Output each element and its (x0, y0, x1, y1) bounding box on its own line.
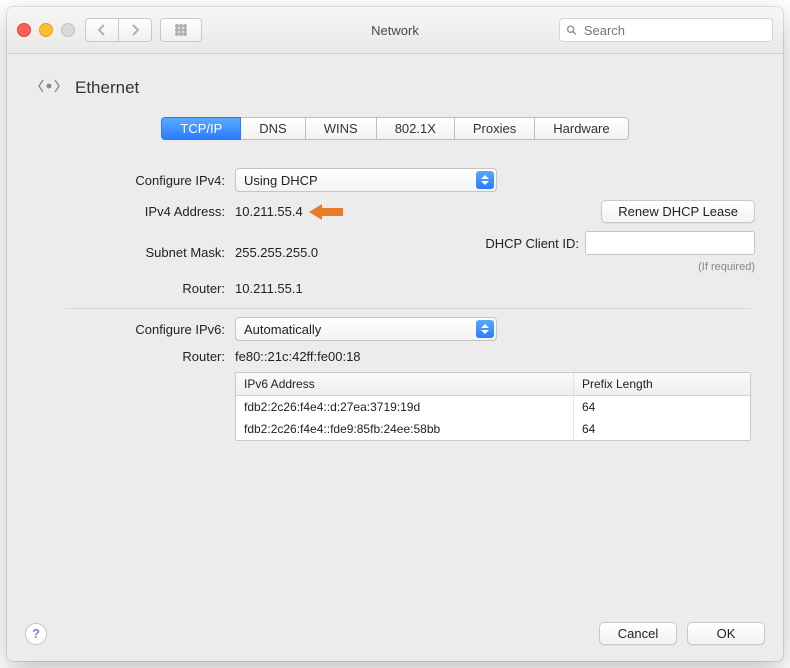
configure-ipv6-value: Automatically (244, 322, 321, 337)
configure-ipv6-select[interactable]: Automatically (235, 317, 497, 341)
renew-dhcp-button[interactable]: Renew DHCP Lease (601, 200, 755, 223)
cell-prefix: 64 (573, 418, 750, 440)
ipv6-table-header: IPv6 Address Prefix Length (236, 373, 750, 396)
chevron-up-down-icon (476, 320, 494, 338)
divider (65, 308, 751, 309)
dhcp-client-id-label: DHCP Client ID: (485, 236, 579, 251)
footer: ? Cancel OK (7, 610, 783, 661)
interface-name: Ethernet (75, 78, 139, 98)
tab-proxies[interactable]: Proxies (455, 117, 535, 140)
chevron-up-down-icon (476, 171, 494, 189)
col-prefix-length: Prefix Length (573, 373, 750, 395)
minimize-icon[interactable] (39, 23, 53, 37)
ethernet-icon (35, 72, 63, 103)
search-input[interactable] (582, 22, 766, 39)
forward-button[interactable] (119, 18, 152, 42)
tab-dns[interactable]: DNS (241, 117, 305, 140)
window-controls (17, 23, 75, 37)
dhcp-client-id-input[interactable] (585, 231, 755, 255)
titlebar: Network (7, 7, 783, 54)
ipv4-address-value: 10.211.55.4 (235, 204, 303, 219)
ipv4-router-value: 10.211.55.1 (235, 281, 303, 296)
show-all-button[interactable] (160, 18, 202, 42)
search-icon (566, 24, 577, 36)
configure-ipv4-select[interactable]: Using DHCP (235, 168, 497, 192)
configure-ipv4-value: Using DHCP (244, 173, 318, 188)
configure-ipv6-label: Configure IPv6: (35, 322, 235, 337)
cell-prefix: 64 (573, 396, 750, 418)
ipv4-router-label: Router: (35, 281, 235, 296)
ipv6-table: IPv6 Address Prefix Length fdb2:2c26:f4e… (235, 372, 751, 441)
dhcp-client-id-hint: (If required) (698, 261, 755, 273)
search-field[interactable] (559, 18, 773, 42)
annotation-arrow-icon (309, 203, 343, 221)
ipv4-address-label: IPv4 Address: (35, 204, 235, 219)
cancel-button[interactable]: Cancel (599, 622, 677, 645)
subnet-mask-value: 255.255.255.0 (235, 245, 318, 260)
cell-ipv6-address: fdb2:2c26:f4e4::fde9:85fb:24ee:58bb (236, 418, 573, 440)
tab-wins[interactable]: WINS (306, 117, 377, 140)
nav-buttons (85, 18, 152, 42)
tab-hardware[interactable]: Hardware (535, 117, 628, 140)
tab-8021x[interactable]: 802.1X (377, 117, 455, 140)
ipv6-router-value: fe80::21c:42ff:fe00:18 (235, 349, 361, 364)
zoom-icon (61, 23, 75, 37)
back-button[interactable] (85, 18, 119, 42)
col-ipv6-address: IPv6 Address (236, 373, 573, 395)
tab-bar: TCP/IP DNS WINS 802.1X Proxies Hardware (7, 117, 783, 154)
table-row[interactable]: fdb2:2c26:f4e4::fde9:85fb:24ee:58bb 64 (236, 418, 750, 440)
preferences-window: Network Ethernet TCP/IP DNS WINS 802.1X … (7, 7, 783, 661)
subnet-mask-label: Subnet Mask: (35, 245, 235, 260)
cell-ipv6-address: fdb2:2c26:f4e4::d:27ea:3719:19d (236, 396, 573, 418)
table-row[interactable]: fdb2:2c26:f4e4::d:27ea:3719:19d 64 (236, 396, 750, 418)
pane-header: Ethernet (7, 54, 783, 117)
tcpip-pane: Configure IPv4: Using DHCP IPv4 Address:… (7, 154, 783, 610)
close-icon[interactable] (17, 23, 31, 37)
help-button[interactable]: ? (25, 623, 47, 645)
ipv6-router-label: Router: (35, 349, 235, 364)
tab-tcpip[interactable]: TCP/IP (161, 117, 241, 140)
configure-ipv4-label: Configure IPv4: (35, 173, 235, 188)
ok-button[interactable]: OK (687, 622, 765, 645)
